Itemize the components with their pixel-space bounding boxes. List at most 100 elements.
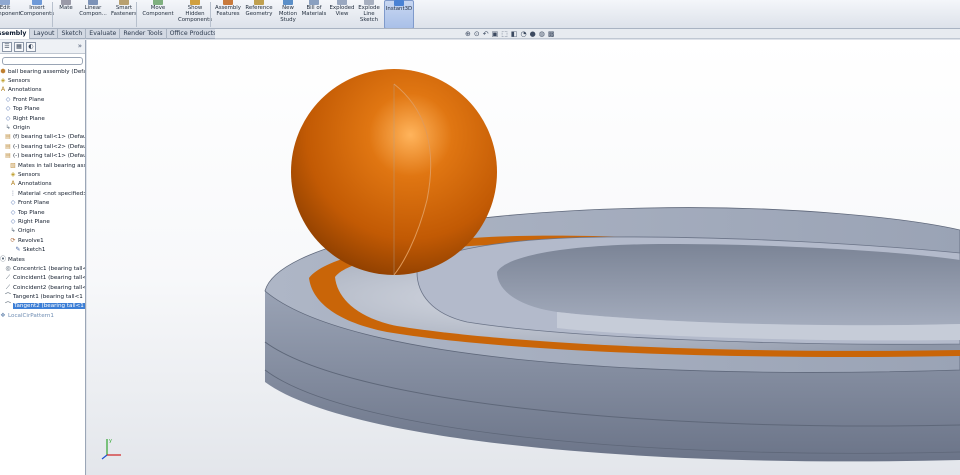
feature-tree-icon[interactable]: ☰ (2, 41, 12, 52)
tab-evaluate[interactable]: Evaluate (86, 29, 121, 39)
new-motion-study-button[interactable]: New Motion Study (276, 0, 300, 28)
tree-item[interactable]: ◎ Concentric1 (bearing tall< (0, 264, 85, 273)
hide-show-icon[interactable]: ◔ (521, 31, 527, 38)
display-style-icon[interactable]: ◧ (511, 31, 518, 38)
smart-fasteners-button[interactable]: Smart Fasteners (110, 0, 138, 28)
tree-item[interactable]: ◇ Front Plane (0, 198, 85, 207)
tree-item[interactable]: ↳ Origin (0, 123, 85, 132)
tree-item[interactable]: A Annotations (0, 180, 85, 189)
insert-components-button[interactable]: Insert Components (20, 0, 54, 28)
move-component-button[interactable]: Move Component (140, 0, 176, 28)
tree-item[interactable]: ◈ Sensors (0, 170, 85, 179)
tree-item-label: Top Plane (18, 209, 45, 216)
tree-item[interactable]: ⟳ Revolve1 (0, 236, 85, 245)
expand-panel-icon[interactable]: » (78, 42, 82, 50)
assembly-icon: ⬢ (0, 67, 6, 75)
tree-item[interactable]: ⟋ Coincident2 (bearing tall< (0, 283, 85, 292)
heads-up-view-toolbar: ⊕ ⊙ ↶ ▣ ⬚ ◧ ◔ ● ◍ ▩ (465, 30, 554, 39)
apply-scene-icon[interactable]: ◍ (539, 31, 545, 38)
tree-item[interactable]: ❖ LocalCirPattern1 (0, 311, 85, 320)
tree-item-label: Origin (13, 125, 30, 132)
annotations-icon: A (10, 180, 16, 188)
annotations-icon: A (0, 86, 6, 94)
origin-icon: ↳ (10, 227, 16, 235)
tree-item[interactable]: ⦿ Mates (0, 255, 85, 264)
config-manager-icon[interactable]: ◐ (26, 41, 36, 52)
tree-item-label: Front Plane (18, 200, 50, 207)
tree-item[interactable]: ▤(-) bearing tall<2> (Default<< (0, 142, 85, 151)
feature-tree: ⬢ball bearing assembly (Default<◈Sensors… (0, 67, 85, 321)
tab-sketch[interactable]: Sketch (58, 29, 87, 39)
tree-item[interactable]: ◇ Top Plane (0, 208, 85, 217)
tab-render-tools[interactable]: Render Tools (120, 29, 167, 39)
solidworks-window: EditComponentInsertComponents Mate LinearC… (0, 0, 960, 475)
part-icon: ▤ (5, 142, 11, 150)
tree-item[interactable]: ◇ Right Plane (0, 114, 85, 123)
tree-item[interactable]: ⌒ Tangent2 (bearing tall<1 (0, 302, 85, 311)
zoom-area-icon[interactable]: ⊙ (474, 31, 480, 38)
tree-item-label: Mates (8, 256, 25, 263)
sketch-icon: ✎ (15, 246, 21, 254)
tree-item[interactable]: ◇ Front Plane (0, 95, 85, 104)
show-hidden-components-button[interactable]: Show Hidden Components (178, 0, 212, 28)
tree-item-label: Right Plane (18, 218, 50, 225)
assembly-features-button[interactable]: Assembly Features (214, 0, 242, 28)
view-orientation-icon[interactable]: ⬚ (501, 31, 508, 38)
explode-line-sketch-label: Sketch (359, 17, 379, 23)
instant3d-button[interactable]: Instant3D (384, 0, 414, 28)
tree-item[interactable]: ⌒ Tangent1 (bearing tall<1 (0, 292, 85, 301)
reference-triad: y (101, 438, 121, 460)
tree-item[interactable]: ✎ Sketch1 (0, 245, 85, 254)
zoom-to-fit-icon[interactable]: ⊕ (465, 31, 471, 38)
tree-item[interactable]: ⋮ Material <not specified> (0, 189, 85, 198)
move-component-label: Component (142, 11, 174, 17)
view-settings-icon[interactable]: ▩ (548, 31, 555, 38)
tree-item[interactable]: ▧ Mates in tall bearing ass (0, 161, 85, 170)
part-icon: ▤ (5, 152, 11, 160)
tree-item[interactable]: ⬢ball bearing assembly (Default< (0, 67, 85, 76)
tree-item-label: Tangent2 (bearing tall<1 (13, 303, 85, 310)
tree-item[interactable]: ◇ Right Plane (0, 217, 85, 226)
ribbon-separator (136, 2, 137, 27)
tree-item[interactable]: ◈ Sensors (0, 76, 85, 85)
tree-item[interactable]: ▤(f) bearing tall<1> (Default<< (0, 133, 85, 142)
new-motion-study-label: Study (280, 17, 296, 23)
mate-button[interactable]: Mate (56, 0, 76, 28)
section-view-icon[interactable]: ▣ (492, 31, 499, 38)
tree-item[interactable]: ↳ Origin (0, 227, 85, 236)
plane-icon: ◇ (10, 217, 16, 225)
assembly-scene (264, 69, 960, 462)
previous-view-icon[interactable]: ↶ (483, 31, 489, 38)
plane-icon: ◇ (10, 208, 16, 216)
tab-layout[interactable]: Layout (30, 29, 59, 39)
tree-item-label: Annotations (8, 87, 42, 94)
plane-icon: ◇ (10, 199, 16, 207)
tree-filter-input[interactable] (2, 57, 83, 65)
revolve-icon: ⟳ (10, 236, 16, 244)
explode-line-sketch-button[interactable]: Explode Line Sketch (356, 0, 382, 28)
tab-office-products[interactable]: Office Products (167, 29, 221, 39)
tab-assembly[interactable]: Assembly (0, 29, 31, 39)
tree-item[interactable]: ▤(-) bearing tall<1> (Default<< (0, 152, 85, 161)
property-manager-icon[interactable]: ▦ (14, 41, 24, 52)
tree-item[interactable]: ◇ Top Plane (0, 105, 85, 114)
reference-geometry-button[interactable]: Reference Geometry (244, 0, 274, 28)
tree-item[interactable]: ⟋ Coincident1 (bearing tall< (0, 274, 85, 283)
command-manager: EditComponentInsertComponents Mate LinearC… (0, 0, 960, 29)
tree-item-label: Annotations (18, 181, 52, 188)
edit-component-button[interactable]: EditComponent (0, 0, 21, 28)
coincident-icon: ⟋ (5, 274, 11, 282)
tree-item-label: Tangent1 (bearing tall<1 (13, 294, 83, 301)
bill-of-materials-label: Materials (301, 11, 327, 17)
reference-geometry-label: Geometry (245, 11, 273, 17)
viewport-header: ⊕ ⊙ ↶ ▣ ⬚ ◧ ◔ ● ◍ ▩ (215, 29, 960, 39)
graphics-viewport[interactable]: y (87, 40, 960, 475)
linear-component-pattern-button[interactable]: Linear Compon... (78, 0, 108, 28)
bill-of-materials-button[interactable]: Bill of Materials (301, 0, 327, 28)
tree-item-label: Front Plane (13, 96, 45, 103)
edit-appearance-icon[interactable]: ● (530, 31, 536, 38)
tree-item-label: (f) bearing tall<1> (Default<< (13, 134, 85, 141)
tree-item[interactable]: A Annotations (0, 86, 85, 95)
tangent-icon: ⌒ (5, 293, 12, 301)
exploded-view-button[interactable]: Exploded View (328, 0, 356, 28)
